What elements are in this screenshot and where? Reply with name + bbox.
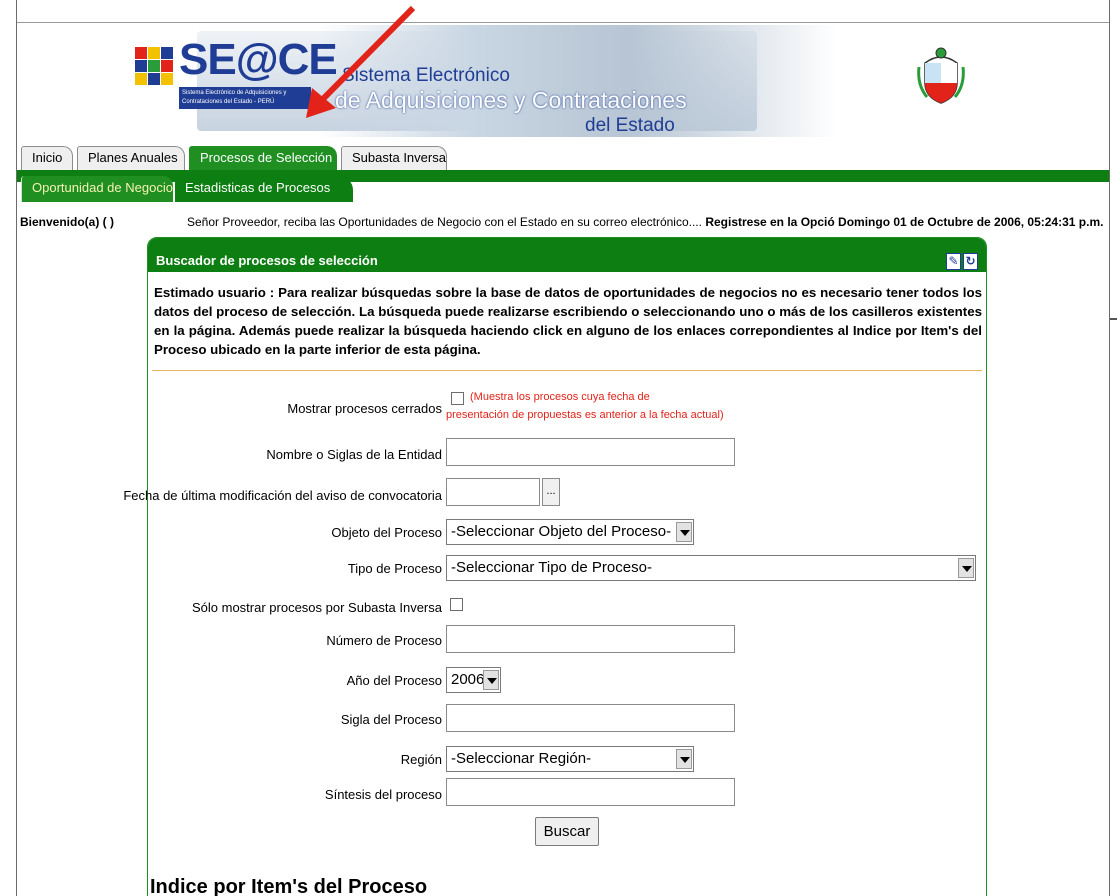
edit-icon[interactable]: ✎ — [946, 253, 961, 270]
search-panel: Buscador de procesos de selección ✎ ↻ Est… — [123, 237, 987, 896]
chevron-down-icon[interactable] — [483, 670, 499, 690]
annotation-arrow-icon — [306, 5, 416, 118]
sub-tabs: Oportunidad de Negocio Estadisticas de P… — [17, 176, 1109, 202]
tipo-proceso-value: -Seleccionar Tipo de Proceso- — [451, 559, 652, 576]
row-sigla-proceso: Sigla del Proceso — [148, 704, 986, 732]
mostrar-cerrados-note-line1: (Muestra los procesos cuya fecha de — [470, 391, 650, 403]
chevron-down-icon[interactable] — [676, 749, 692, 769]
marquee-message[interactable]: Señor Proveedor, reciba las Oportunidade… — [187, 215, 1109, 229]
logo-mosaic-icon — [135, 47, 175, 87]
objeto-proceso-select[interactable]: -Seleccionar Objeto del Proceso- — [446, 519, 694, 545]
tab-subasta-inversa[interactable]: Subasta Inversa — [341, 146, 447, 170]
nombre-entidad-label: Nombre o Siglas de la Entidad — [266, 447, 442, 462]
subasta-inversa-label: Sólo mostrar procesos por Subasta Invers… — [191, 600, 442, 615]
anio-proceso-select[interactable]: 2006 — [446, 667, 501, 693]
anio-proceso-label: Año del Proceso — [346, 673, 442, 688]
system-title-line3: del Estado — [585, 115, 675, 136]
marquee-bold-text: Registrese en la Opció Domingo 01 de Oct… — [705, 215, 1104, 229]
nombre-entidad-input[interactable] — [446, 438, 735, 466]
main-tabs: Inicio Planes Anuales Procesos de Selecc… — [17, 142, 1109, 170]
section-divider — [152, 370, 982, 371]
indice-heading: Indice por Item's del Proceso — [150, 876, 428, 896]
sigla-proceso-label: Sigla del Proceso — [340, 712, 442, 727]
tab-inicio[interactable]: Inicio — [21, 146, 73, 170]
welcome-text: Bienvenido(a) ( ) — [20, 215, 115, 229]
row-mostrar-cerrados: Mostrar procesos cerrados (Muestra los p… — [148, 390, 986, 421]
row-fecha-modificacion: Fecha de última modificación del aviso d… — [123, 478, 986, 506]
numero-proceso-label: Número de Proceso — [326, 633, 442, 648]
region-select[interactable]: -Seleccionar Región- — [446, 746, 694, 772]
chevron-down-icon[interactable] — [676, 522, 692, 542]
subtab-oportunidad-negocio[interactable]: Oportunidad de Negocio — [21, 176, 173, 202]
panel-toolbar: ✎ ↻ — [944, 252, 978, 270]
anio-proceso-value: 2006 — [451, 671, 485, 688]
fecha-modificacion-control: ... — [446, 478, 560, 506]
chevron-down-icon[interactable] — [958, 558, 974, 578]
sigla-proceso-input[interactable] — [446, 704, 735, 732]
sintesis-label: Síntesis del proceso — [324, 787, 442, 802]
tipo-proceso-select[interactable]: -Seleccionar Tipo de Proceso- — [446, 555, 976, 581]
panel-title: Buscador de procesos de selección — [156, 253, 378, 268]
objeto-proceso-value: -Seleccionar Objeto del Proceso- — [451, 523, 672, 540]
objeto-proceso-label: Objeto del Proceso — [331, 525, 442, 540]
window-right-border — [1109, 0, 1110, 896]
marquee-text: Señor Proveedor, reciba las Oportunidade… — [187, 215, 702, 229]
row-tipo-proceso: Tipo de Proceso -Seleccionar Tipo de Pro… — [148, 555, 986, 581]
row-numero-proceso: Número de Proceso — [148, 625, 986, 653]
fecha-modificacion-label: Fecha de última modificación del aviso d… — [123, 488, 442, 503]
row-region: Región -Seleccionar Región- — [148, 746, 986, 772]
row-sintesis: Síntesis del proceso — [148, 778, 986, 806]
region-label: Región — [400, 752, 442, 767]
row-anio-proceso: Año del Proceso 2006 — [148, 667, 986, 693]
region-value: -Seleccionar Región- — [451, 750, 592, 767]
mostrar-cerrados-note-line2: presentación de propuestas es anterior a… — [446, 409, 724, 421]
fecha-modificacion-input[interactable] — [446, 478, 540, 506]
subasta-inversa-checkbox[interactable] — [450, 598, 463, 611]
buscar-button[interactable]: Buscar — [535, 817, 599, 846]
tab-procesos-seleccion[interactable]: Procesos de Selección — [189, 146, 337, 170]
subtab-estadisticas-procesos[interactable]: Estadisticas de Procesos — [175, 176, 353, 202]
tipo-proceso-label: Tipo de Proceso — [347, 561, 442, 576]
site-banner: SE@CE Sistema Electrónico de Adquisicion… — [17, 23, 1109, 140]
calendar-button[interactable]: ... — [542, 478, 560, 506]
scrollbar-marker[interactable] — [1110, 318, 1117, 320]
intro-text: Estimado usuario : Para realizar búsqued… — [154, 285, 982, 357]
mostrar-cerrados-label: Mostrar procesos cerrados — [287, 401, 442, 416]
row-subasta-inversa: Sólo mostrar procesos por Subasta Invers… — [148, 595, 986, 621]
row-objeto-proceso: Objeto del Proceso -Seleccionar Objeto d… — [148, 519, 986, 545]
numero-proceso-input[interactable] — [446, 625, 735, 653]
row-nombre-entidad: Nombre o Siglas de la Entidad — [148, 438, 986, 466]
sintesis-input[interactable] — [446, 778, 735, 806]
tab-planes-anuales[interactable]: Planes Anuales — [77, 146, 185, 170]
mostrar-cerrados-checkbox[interactable] — [451, 392, 464, 405]
refresh-icon[interactable]: ↻ — [963, 253, 978, 270]
national-crest-icon — [917, 47, 965, 104]
